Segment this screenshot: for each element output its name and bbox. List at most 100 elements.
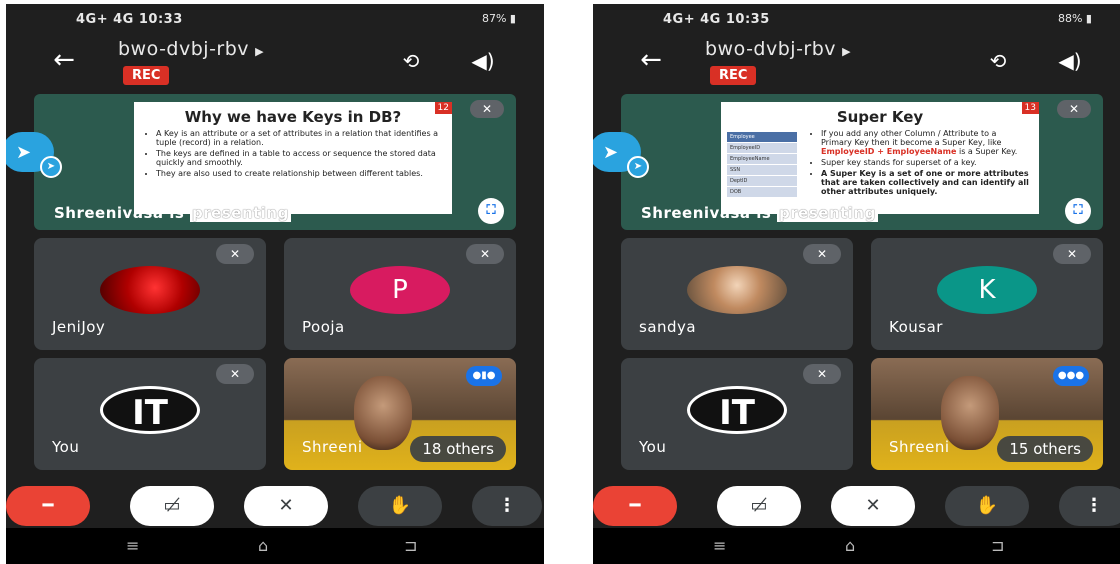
table-cell: SSN [727, 165, 797, 176]
avatar: IT [687, 386, 787, 434]
speaker-icon[interactable]: ◀) [468, 46, 498, 76]
meeting-title-button[interactable]: bwo-dvbj-rbv ▶ [118, 38, 264, 60]
mic-off-icon: ✕ [1057, 100, 1091, 118]
participant-name: You [52, 438, 80, 456]
telegram-badge-icon: ➤ [40, 156, 62, 178]
fullscreen-icon[interactable]: ⛶ [1065, 198, 1091, 224]
presentation-tile[interactable]: Super Key Employee EmployeeID EmployeeNa… [621, 94, 1103, 230]
camera-switch-icon[interactable]: ⟲ [983, 46, 1013, 76]
table-cell: DeptID [727, 176, 797, 187]
presentation-tile[interactable]: Why we have Keys in DB? A Key is an attr… [34, 94, 516, 230]
participant-tile[interactable]: ✕ JeniJoy [34, 238, 266, 350]
mic-off-icon: ✕ [1053, 244, 1091, 264]
speaking-indicator-icon: ●●● [1053, 366, 1089, 386]
slide-title: Super Key [836, 108, 924, 126]
mic-off-icon: ✕ [216, 244, 254, 264]
table-cell: EmployeeID [727, 143, 797, 154]
battery-level: 88% [1057, 12, 1083, 25]
employee-table: Employee EmployeeID EmployeeName SSN Dep… [727, 132, 797, 198]
avatar: IT [100, 386, 200, 434]
back-nav-icon[interactable]: ⊐ [991, 536, 1004, 555]
caret-right-icon: ▶ [842, 45, 852, 58]
speaking-indicator-icon: ●▮● [466, 366, 502, 386]
presenter-status: presenting [777, 204, 878, 222]
telegram-icon[interactable]: ➤ ➤ [6, 132, 62, 178]
meeting-title: bwo-dvbj-rbv [118, 38, 250, 60]
slide-number: 13 [1021, 102, 1039, 114]
video-feed [354, 376, 412, 450]
mic-off-icon[interactable]: ✕ [244, 486, 328, 526]
slide-bullet: A Key is an attribute or a set of attrib… [156, 129, 442, 147]
participant-tile[interactable]: ✕ K Kousar [871, 238, 1103, 350]
camera-off-icon[interactable]: ▭̸ [130, 486, 214, 526]
status-bar: 4G+ 4G 10:33 87% ▮ [76, 12, 516, 27]
telegram-icon[interactable]: ➤ ➤ [593, 132, 649, 178]
rec-badge: REC [123, 66, 170, 85]
home-icon[interactable]: ⌂ [258, 536, 268, 555]
participant-tile[interactable]: ✕ sandya [621, 238, 853, 350]
highlight-text: EmployeeID + EmployeeName [821, 147, 957, 156]
slide-bullets: A Key is an attribute or a set of attrib… [144, 129, 442, 178]
participant-name: Shreeni [889, 438, 950, 456]
table-cell: Employee [727, 132, 797, 143]
participant-name: Kousar [889, 318, 943, 336]
telegram-badge-icon: ➤ [627, 156, 649, 178]
mic-off-icon: ✕ [466, 244, 504, 264]
participant-tile[interactable]: ✕ IT You [621, 358, 853, 470]
paper-plane-icon: ➤ [16, 142, 32, 163]
others-count-button[interactable]: 18 others [410, 436, 506, 462]
recents-icon[interactable]: ≡ [713, 536, 726, 555]
slide-bullet: The keys are defined in a table to acces… [156, 149, 442, 167]
slide-bullet: Super key stands for superset of a key. [821, 158, 1029, 167]
others-count-button[interactable]: 15 others [997, 436, 1093, 462]
caret-right-icon: ▶ [255, 45, 265, 58]
mic-off-icon: ✕ [803, 244, 841, 264]
arrow-left-icon[interactable]: ← [635, 44, 667, 76]
phone-end-icon[interactable]: ━ [6, 486, 90, 526]
slide-title: Why we have Keys in DB? [184, 108, 402, 126]
camera-off-icon[interactable]: ▭̸ [717, 486, 801, 526]
recents-icon[interactable]: ≡ [126, 536, 139, 555]
status-bar: 4G+ 4G 10:35 88% ▮ [663, 12, 1092, 27]
participant-video-tile[interactable]: ●●● Shreeni 15 others [871, 358, 1103, 470]
fullscreen-icon[interactable]: ⛶ [478, 198, 504, 224]
more-vert-icon[interactable]: ⋮ [1059, 486, 1120, 526]
presenter-name: Shreenivasa is [54, 204, 185, 222]
participant-name: sandya [639, 318, 697, 336]
participant-tile[interactable]: ✕ P Pooja [284, 238, 516, 350]
slide-number: 12 [434, 102, 452, 114]
video-feed [941, 376, 999, 450]
slide: Why we have Keys in DB? A Key is an attr… [134, 102, 452, 214]
raise-hand-icon[interactable]: ✋ [358, 486, 442, 526]
back-nav-icon[interactable]: ⊐ [404, 536, 417, 555]
slide-bullet: They are also used to create relationshi… [156, 169, 442, 178]
participant-tile[interactable]: ✕ IT You [34, 358, 266, 470]
meeting-title: bwo-dvbj-rbv [705, 38, 837, 60]
participant-video-tile[interactable]: ●▮● Shreeni 18 others [284, 358, 516, 470]
participant-name: You [639, 438, 667, 456]
arrow-left-icon[interactable]: ← [48, 44, 80, 76]
more-vert-icon[interactable]: ⋮ [472, 486, 542, 526]
mic-off-icon: ✕ [216, 364, 254, 384]
phone-end-icon[interactable]: ━ [593, 486, 677, 526]
presenter-status: presenting [190, 204, 291, 222]
meeting-title-button[interactable]: bwo-dvbj-rbv ▶ [705, 38, 851, 60]
speaker-icon[interactable]: ◀) [1055, 46, 1085, 76]
paper-plane-icon: ➤ [603, 142, 619, 163]
presenter-name: Shreenivasa is [641, 204, 772, 222]
avatar: P [350, 266, 450, 314]
battery-level: 87% [481, 12, 507, 25]
slide-bullet: If you add any other Column / Attribute … [821, 129, 1029, 156]
home-icon[interactable]: ⌂ [845, 536, 855, 555]
slide-bullets: If you add any other Column / Attribute … [809, 129, 1029, 196]
rec-badge: REC [710, 66, 757, 85]
table-cell: DOB [727, 187, 797, 198]
phone-screen-right: 4G+ 4G 10:35 88% ▮ ← bwo-dvbj-rbv ▶ REC ⟲… [593, 4, 1120, 564]
raise-hand-icon[interactable]: ✋ [945, 486, 1029, 526]
camera-switch-icon[interactable]: ⟲ [396, 46, 426, 76]
network-indicator: 4G+ 4G [663, 12, 721, 27]
system-nav-bar: ≡ ⌂ ⊐ [593, 528, 1120, 564]
participant-name: Pooja [302, 318, 345, 336]
mic-off-icon[interactable]: ✕ [831, 486, 915, 526]
table-cell: EmployeeName [727, 154, 797, 165]
